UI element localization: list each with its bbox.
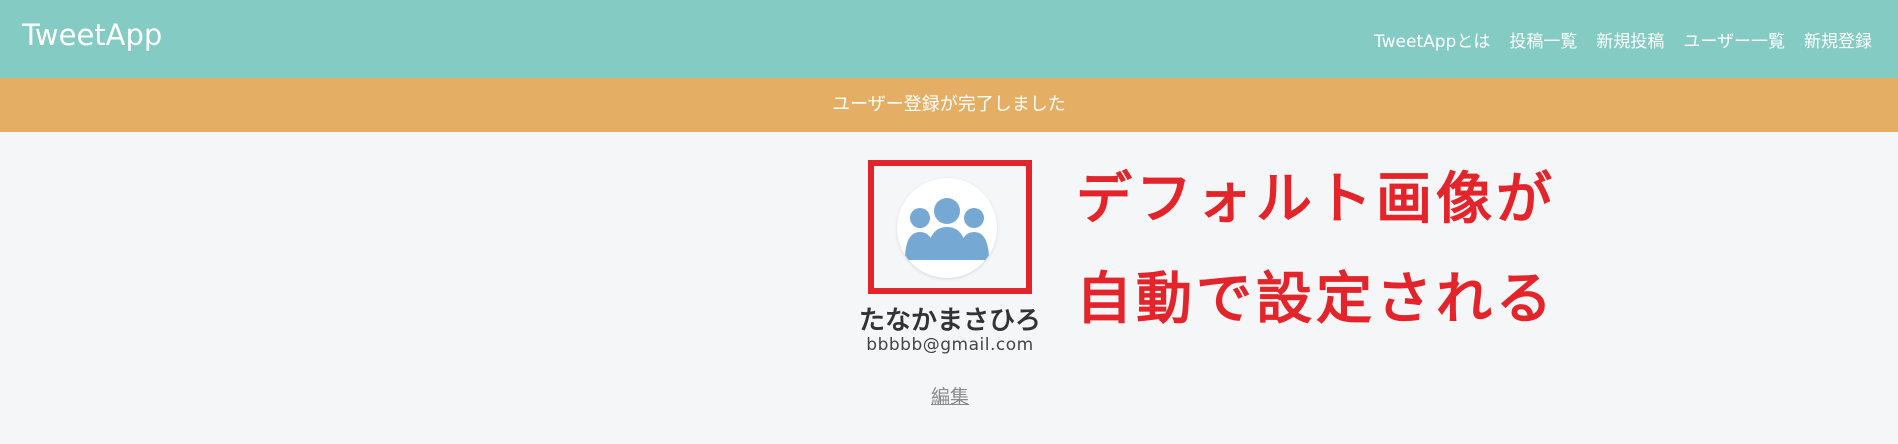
user-email: bbbbb@gmail.com	[866, 335, 1034, 355]
flash-message: ユーザー登録が完了しました	[0, 78, 1898, 132]
nav-item-signup: 新規登録	[1804, 27, 1872, 52]
default-user-group-icon	[905, 198, 989, 260]
nav-item-posts: 投稿一覧	[1509, 27, 1577, 52]
nav-link-about[interactable]: TweetAppとは	[1374, 32, 1490, 52]
nav-link-users[interactable]: ユーザー一覧	[1683, 32, 1785, 52]
nav-link-posts[interactable]: 投稿一覧	[1509, 32, 1577, 52]
main-content: たなかまさひろ bbbbb@gmail.com 編集 デフォルト画像が 自動で設…	[0, 132, 1898, 444]
nav-item-new-post: 新規投稿	[1596, 27, 1664, 52]
annotation-text-line2: 自動で設定される	[1076, 267, 1556, 332]
user-name: たなかまさひろ	[858, 306, 1041, 336]
user-avatar	[897, 178, 997, 278]
header: TweetApp TweetAppとは 投稿一覧 新規投稿 ユーザー一覧 新規登…	[0, 0, 1898, 78]
nav-item-users: ユーザー一覧	[1683, 27, 1785, 52]
nav-link-signup[interactable]: 新規登録	[1804, 32, 1872, 52]
annotation-text-line1: デフォルト画像が	[1076, 167, 1556, 232]
nav-link-new-post[interactable]: 新規投稿	[1596, 32, 1664, 52]
edit-link[interactable]: 編集	[900, 382, 1000, 409]
nav-menu: TweetAppとは 投稿一覧 新規投稿 ユーザー一覧 新規登録	[1374, 27, 1872, 52]
nav-item-about: TweetAppとは	[1374, 27, 1490, 52]
logo[interactable]: TweetApp	[22, 18, 162, 52]
